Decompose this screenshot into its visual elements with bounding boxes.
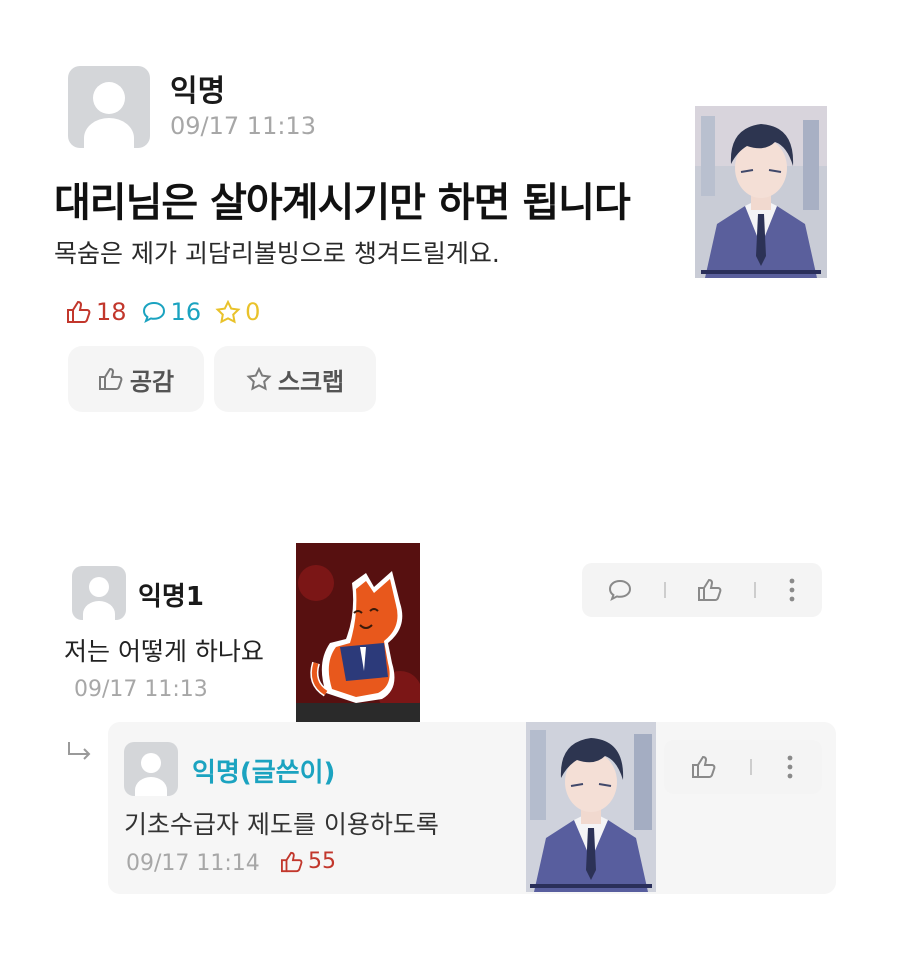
post-author-name: 익명: [170, 74, 226, 109]
action-divider: [664, 582, 667, 598]
reply-text: 기초수급자 제도를 이용하도록: [124, 810, 439, 839]
speech-bubble-icon: [142, 301, 165, 324]
comment-timestamp: 09/17 11:13: [74, 677, 208, 702]
post-like-count: 18: [66, 298, 127, 326]
post-comment-count: 16: [141, 298, 202, 326]
post-attached-image[interactable]: [695, 106, 827, 278]
thumbs-up-icon: [98, 367, 123, 390]
comment-count-value: 16: [170, 298, 202, 326]
action-divider: [753, 582, 756, 598]
post-scrap-count: 0: [215, 298, 260, 326]
action-divider: [749, 759, 752, 775]
reply-author-name: 익명(글쓴이): [192, 758, 336, 788]
thumbs-up-icon[interactable]: [691, 755, 717, 779]
scrap-button[interactable]: 스크랩: [214, 346, 376, 412]
star-icon: [215, 300, 241, 324]
post-author-avatar: [68, 66, 150, 148]
reply-timestamp: 09/17 11:14: [126, 851, 260, 876]
more-vertical-icon[interactable]: [787, 577, 797, 603]
star-icon: [246, 367, 272, 391]
comment-text: 저는 어떻게 하나요: [64, 637, 264, 666]
reply-like-count: 55: [280, 849, 336, 874]
thumbs-up-icon: [67, 300, 91, 323]
reply-action-bar: [664, 740, 822, 794]
more-vertical-icon[interactable]: [785, 754, 795, 780]
comment-author-name: 익명1: [138, 582, 204, 612]
comment-attached-image[interactable]: [296, 543, 420, 723]
speech-bubble-icon[interactable]: [607, 578, 633, 602]
post-timestamp: 09/17 11:13: [170, 112, 316, 140]
reply-author-avatar: [124, 742, 178, 796]
scrap-button-label: 스크랩: [277, 367, 345, 396]
post-body-text: 목숨은 제가 괴담리볼빙으로 챙겨드릴게요.: [54, 239, 500, 268]
reply-like-count-value: 55: [308, 849, 336, 874]
like-button-label: 공감: [129, 367, 175, 396]
scrap-count-value: 0: [245, 298, 261, 326]
reply-attached-image[interactable]: [526, 722, 656, 892]
thumbs-up-icon: [281, 851, 303, 872]
like-button[interactable]: 공감: [68, 346, 204, 412]
comment-author-avatar: [72, 566, 126, 620]
post-stats: 18 16 0: [66, 298, 274, 326]
comment-action-bar: [582, 563, 822, 617]
reply-arrow-icon: [66, 740, 96, 768]
thumbs-up-icon[interactable]: [697, 578, 723, 602]
like-count-value: 18: [96, 298, 127, 326]
post-title: 대리님은 살아계시기만 하면 됩니다: [54, 180, 631, 226]
